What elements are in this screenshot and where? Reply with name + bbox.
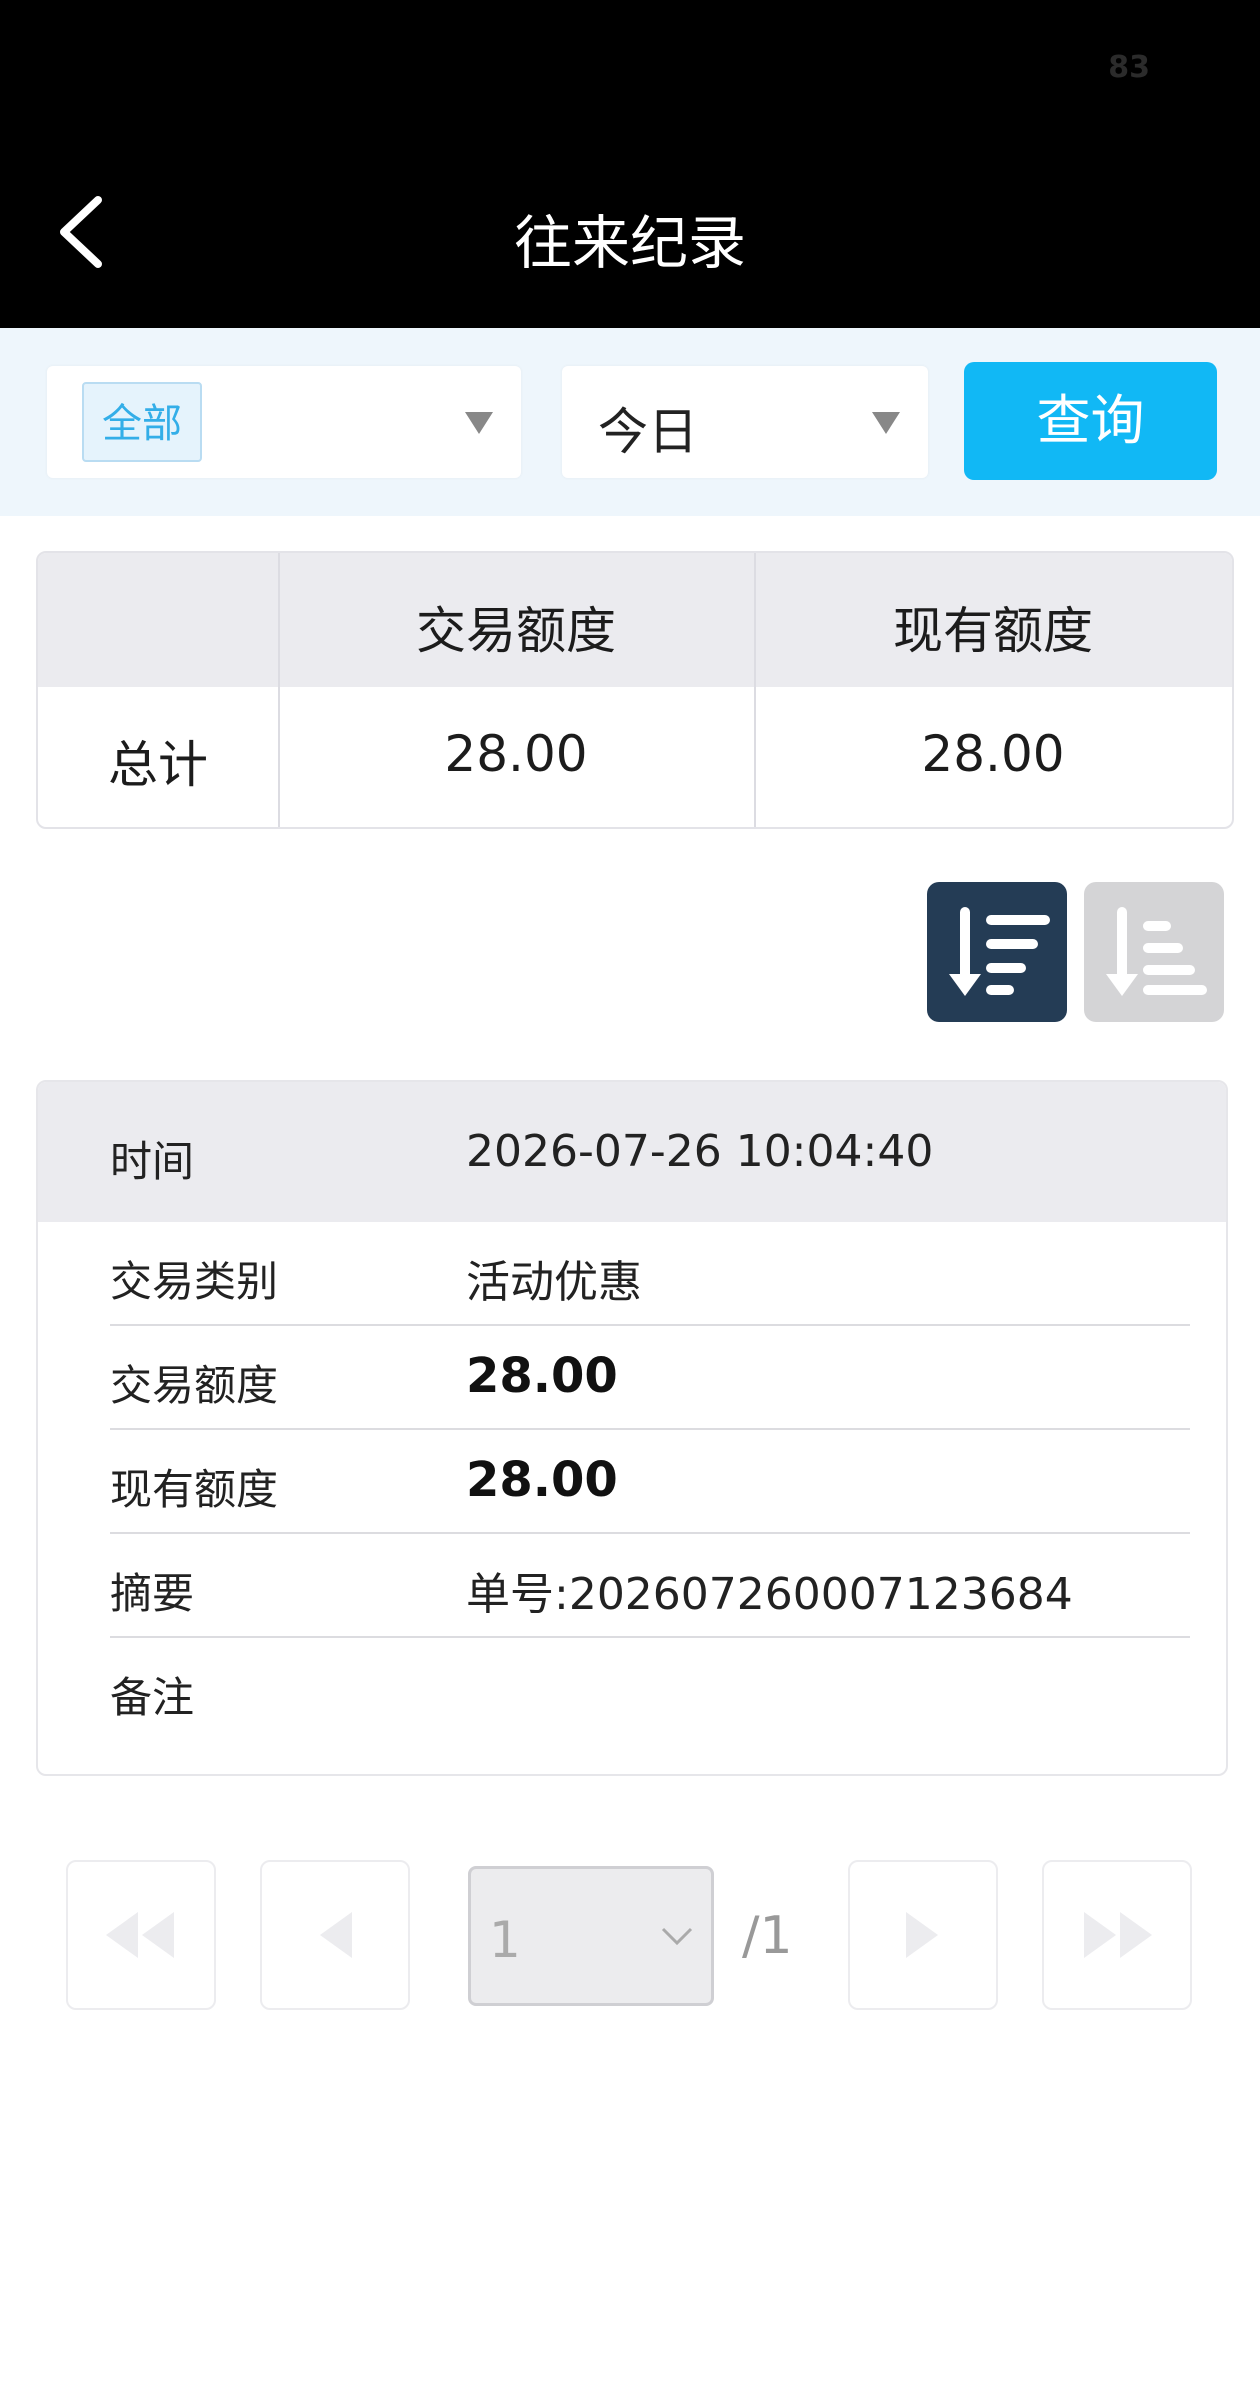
sort-descending-icon [949,907,1050,996]
page-title: 往来纪录 [513,209,746,277]
dropdown-arrow-icon [465,412,493,434]
app-header: 往来纪录 [0,120,1260,328]
prev-page-button[interactable] [260,1860,410,2010]
row-divider [110,1324,1190,1326]
amount-label: 交易额度 [110,1361,279,1410]
chevron-left-icon [320,1912,352,1958]
status-bar: 83 [0,0,1260,120]
page-total: /1 [742,1906,793,1966]
chevron-right-icon [906,1912,938,1958]
current-page: 1 [489,1911,521,1969]
battery-level: 83 [1108,50,1150,85]
sort-descending-button[interactable] [927,882,1067,1022]
remark-label: 备注 [110,1673,195,1722]
category-tag[interactable]: 全部 [82,382,202,462]
first-page-button[interactable] [66,1860,216,2010]
summary-table: 交易额度 现有额度 总计 28.00 28.00 [36,551,1234,829]
summary-label: 摘要 [110,1569,195,1618]
time-value: 2026-07-26 10:04:40 [466,1126,934,1177]
sort-ascending-icon [1106,907,1207,996]
time-label: 时间 [110,1137,195,1186]
balance-value: 28.00 [466,1452,618,1508]
type-value: 活动优惠 [466,1257,642,1308]
type-label: 交易类别 [110,1257,279,1306]
balance-label: 现有额度 [110,1465,279,1514]
summary-balance: 28.00 [921,725,1065,783]
record-card: 时间 2026-07-26 10:04:40 交易类别 活动优惠 交易额度 28… [36,1080,1228,1776]
dropdown-arrow-icon [872,412,900,434]
sort-ascending-button[interactable] [1084,882,1224,1022]
summary-row-label: 总计 [108,736,208,794]
double-chevron-left-icon [106,1912,174,1958]
next-page-button[interactable] [848,1860,998,2010]
summary-value: 单号:20260726000712368​4 [466,1569,1073,1620]
page-select[interactable]: 1 [468,1866,714,2006]
row-divider [110,1636,1190,1638]
last-page-button[interactable] [1042,1860,1192,2010]
summary-transaction-amount: 28.00 [444,725,588,783]
date-range-select[interactable]: 今日 [562,366,928,478]
row-divider [110,1532,1190,1534]
double-chevron-right-icon [1084,1912,1152,1958]
date-range-value: 今日 [598,403,698,461]
summary-header-balance: 现有额度 [893,602,1093,660]
chevron-down-icon [661,1927,693,1946]
amount-value: 28.00 [466,1348,618,1404]
category-select[interactable]: 全部 [47,366,521,478]
query-button[interactable]: 查询 [964,362,1217,480]
filter-bar: 全部 今日 查询 [0,328,1260,516]
summary-header-transaction-amount: 交易额度 [416,602,616,660]
row-divider [110,1428,1190,1430]
